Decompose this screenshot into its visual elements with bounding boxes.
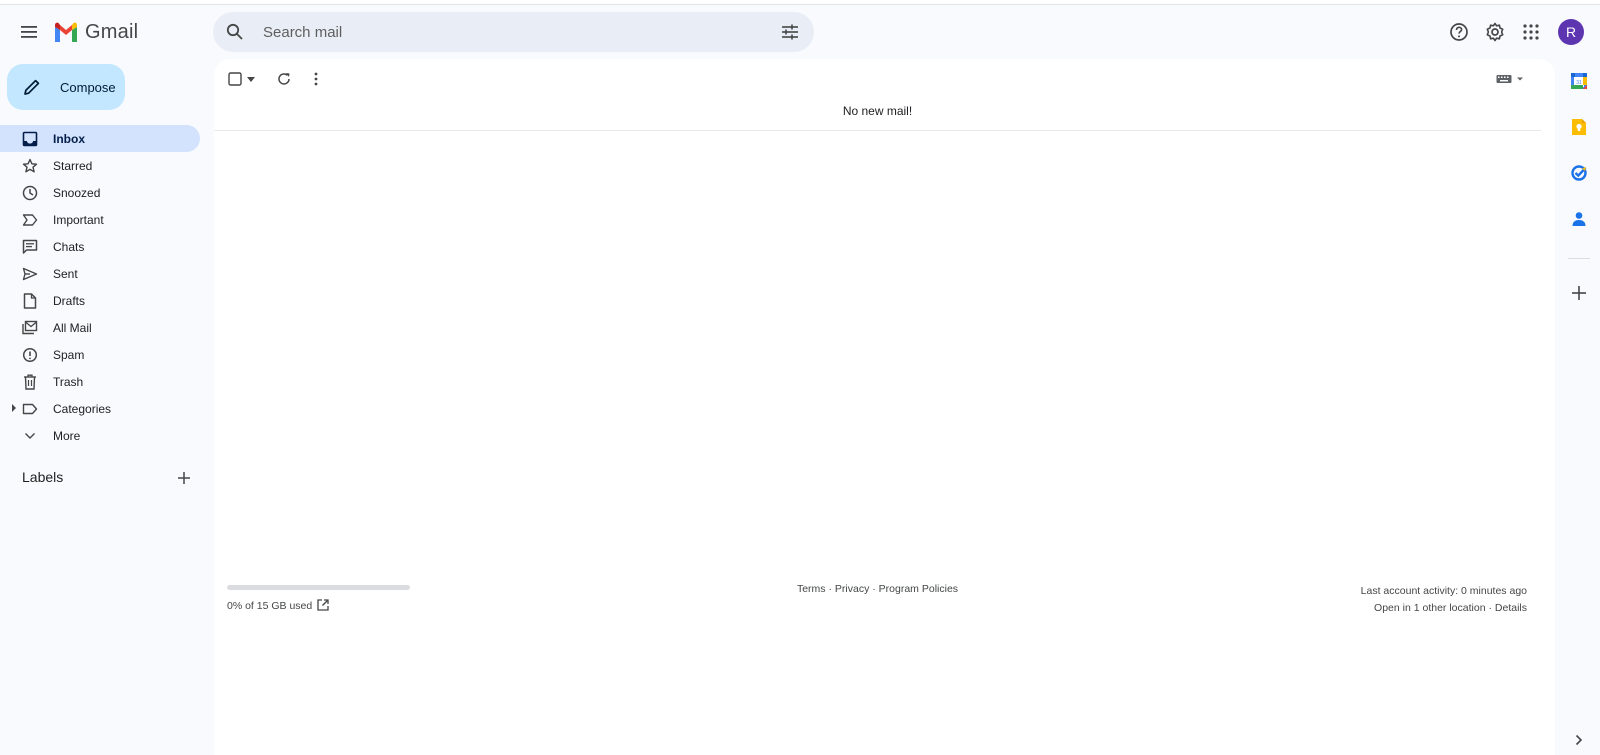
storage-usage-text[interactable]: 0% of 15 GB used	[227, 600, 312, 612]
terms-link[interactable]: Terms	[797, 583, 826, 595]
labels-heading: Labels	[22, 469, 64, 485]
tasks-icon[interactable]	[1566, 160, 1592, 186]
list-divider	[214, 130, 1541, 131]
activity-locations: Open in 1 other location · Details	[1361, 600, 1527, 617]
sidebar-item-label: Trash	[53, 374, 84, 389]
search-input[interactable]	[249, 12, 729, 52]
account-activity: Last account activity: 0 minutes ago Ope…	[1361, 583, 1527, 617]
more-options-button[interactable]	[306, 67, 326, 91]
add-label-icon[interactable]	[174, 468, 194, 488]
show-side-panel-chevron-icon[interactable]	[1566, 729, 1592, 751]
get-addons-plus-icon[interactable]	[1566, 280, 1592, 306]
send-icon	[20, 264, 40, 284]
sidebar-item-label: More	[53, 428, 81, 443]
open-in-new-icon[interactable]	[315, 597, 331, 613]
sidebar-item-chats[interactable]: Chats	[0, 233, 200, 260]
sidebar-item-important[interactable]: Important	[0, 206, 200, 233]
compose-button[interactable]: Compose	[7, 64, 125, 110]
apps-grid-icon[interactable]	[1516, 17, 1546, 47]
search-options-icon[interactable]	[778, 20, 802, 44]
input-tools-button[interactable]	[1495, 67, 1527, 91]
sidebar-item-trash[interactable]: Trash	[0, 368, 200, 395]
sidebar-item-label: Drafts	[53, 293, 86, 308]
sidebar-item-label: Spam	[53, 347, 85, 362]
refresh-icon	[278, 73, 290, 85]
search-bar[interactable]	[213, 12, 814, 52]
privacy-link[interactable]: Privacy	[835, 583, 869, 595]
clock-icon	[20, 183, 40, 203]
select-dropdown-caret[interactable]	[246, 67, 256, 91]
other-location-text: Open in 1 other location	[1374, 602, 1486, 614]
sidebar-item-sent[interactable]: Sent	[0, 260, 200, 287]
sidebar-item-label: Snoozed	[53, 185, 101, 200]
inbox-icon	[20, 129, 40, 149]
footer-separator: ·	[825, 583, 835, 595]
sidebar-item-snoozed[interactable]: Snoozed	[0, 179, 200, 206]
checkbox-icon	[228, 72, 242, 86]
sidebar-item-inbox[interactable]: Inbox	[0, 125, 200, 152]
account-avatar[interactable]: R	[1558, 19, 1584, 45]
side-panel-divider	[1568, 258, 1590, 259]
sidebar-item-drafts[interactable]: Drafts	[0, 287, 200, 314]
sidebar-item-label: Starred	[53, 158, 93, 173]
sidebar-item-label: Categories	[53, 401, 112, 416]
keep-icon[interactable]	[1566, 114, 1592, 140]
activity-separator: ·	[1485, 602, 1495, 614]
settings-gear-icon[interactable]	[1480, 17, 1510, 47]
gmail-m-icon	[55, 22, 77, 42]
expand-caret-icon[interactable]	[12, 404, 16, 412]
svg-text:31: 31	[1576, 80, 1582, 86]
sidebar-item-label: All Mail	[53, 320, 92, 335]
pencil-icon	[22, 77, 42, 97]
sidebar-item-label: Inbox	[53, 131, 85, 146]
details-link[interactable]: Details	[1495, 602, 1527, 614]
important-icon	[20, 210, 40, 230]
star-icon	[20, 156, 40, 176]
keyboard-icon	[1496, 75, 1523, 83]
draft-icon	[20, 291, 40, 311]
sidebar-item-all-mail[interactable]: All Mail	[0, 314, 200, 341]
app-name: Gmail	[85, 20, 139, 43]
main-menu-button[interactable]	[14, 16, 46, 48]
browser-top-line	[0, 0, 1600, 5]
select-all-checkbox[interactable]	[226, 67, 244, 91]
all-mail-icon	[20, 318, 40, 338]
gmail-logo[interactable]: Gmail	[53, 19, 138, 45]
chat-icon	[20, 237, 40, 257]
program-policies-link[interactable]: Program Policies	[879, 583, 958, 595]
search-icon[interactable]	[223, 20, 247, 44]
help-icon[interactable]	[1444, 17, 1474, 47]
contacts-icon[interactable]	[1566, 206, 1592, 232]
sidebar-item-label: Important	[53, 212, 104, 227]
label-icon	[20, 399, 40, 419]
sidebar-item-more[interactable]: More	[0, 422, 200, 449]
refresh-button[interactable]	[272, 67, 296, 91]
hamburger-icon	[21, 26, 37, 38]
sidebar-nav: Inbox Starred Snoozed Important Chats Se…	[0, 125, 200, 449]
chevron-down-icon	[20, 426, 40, 446]
footer-separator: ·	[869, 583, 879, 595]
caret-down-icon	[247, 76, 255, 82]
empty-inbox-message: No new mail!	[842, 104, 913, 118]
sidebar-item-label: Chats	[53, 239, 85, 254]
calendar-icon[interactable]: 31	[1566, 68, 1592, 94]
sidebar-item-spam[interactable]: Spam	[0, 341, 200, 368]
mail-list-panel: No new mail! 0% of 15 GB used Terms · Pr…	[214, 59, 1555, 755]
sidebar-item-starred[interactable]: Starred	[0, 152, 200, 179]
last-activity-text: Last account activity: 0 minutes ago	[1360, 585, 1527, 597]
more-vert-icon	[314, 72, 318, 86]
spam-icon	[20, 345, 40, 365]
compose-label: Compose	[60, 79, 116, 95]
footer-links: Terms · Privacy · Program Policies	[214, 583, 1541, 595]
trash-icon	[20, 372, 40, 392]
sidebar-item-label: Sent	[53, 266, 78, 281]
sidebar-item-categories[interactable]: Categories	[0, 395, 200, 422]
